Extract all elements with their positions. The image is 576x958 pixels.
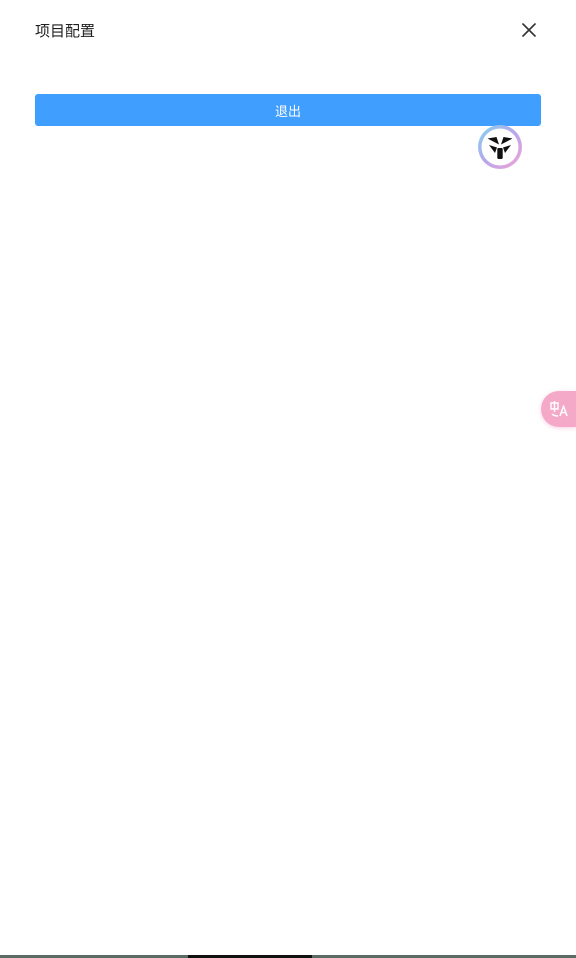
project-config-page: 项目配置 退出 [0, 0, 576, 958]
exit-button[interactable]: 退出 [35, 94, 541, 126]
dialog-header: 项目配置 [35, 18, 541, 44]
close-icon [522, 23, 536, 37]
assistant-logo-icon [478, 125, 522, 169]
translate-tab[interactable] [541, 391, 576, 427]
translate-icon [549, 401, 568, 417]
dialog-title: 项目配置 [35, 22, 96, 40]
close-button[interactable] [517, 18, 541, 42]
assistant-floating-button[interactable] [476, 123, 524, 171]
